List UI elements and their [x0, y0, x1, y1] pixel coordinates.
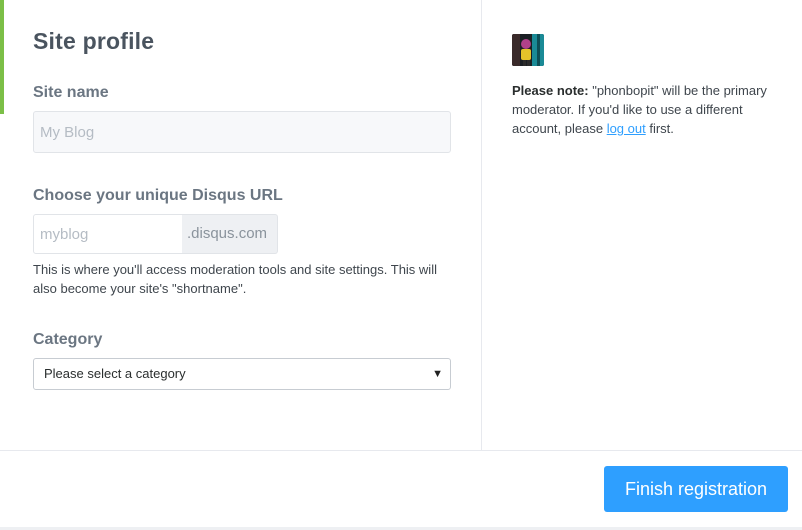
note-text-after: first.: [645, 121, 674, 136]
category-select[interactable]: Please select a category ▼: [33, 358, 451, 390]
category-selected-value: Please select a category: [44, 366, 186, 381]
info-panel: [482, 0, 802, 450]
url-help-text: This is where you'll access moderation t…: [33, 262, 437, 296]
note-bold-label: Please note:: [512, 83, 589, 98]
site-name-input[interactable]: [33, 111, 451, 153]
log-out-link[interactable]: log out: [607, 121, 646, 136]
disqus-url-suffix: .disqus.com: [182, 214, 278, 254]
avatar-image-icon: [512, 34, 544, 66]
caret-down-icon: ▼: [432, 368, 443, 380]
disqus-url-label: Choose your unique Disqus URL: [33, 187, 283, 204]
moderator-note: Please note: "phonbopit" will be the pri…: [512, 81, 774, 138]
category-label: Category: [33, 331, 103, 348]
disqus-url-input[interactable]: [33, 214, 183, 254]
site-name-label: Site name: [33, 84, 109, 101]
finish-registration-button[interactable]: Finish registration: [604, 466, 788, 512]
page-title: Site profile: [33, 28, 155, 54]
avatar: [512, 34, 544, 66]
